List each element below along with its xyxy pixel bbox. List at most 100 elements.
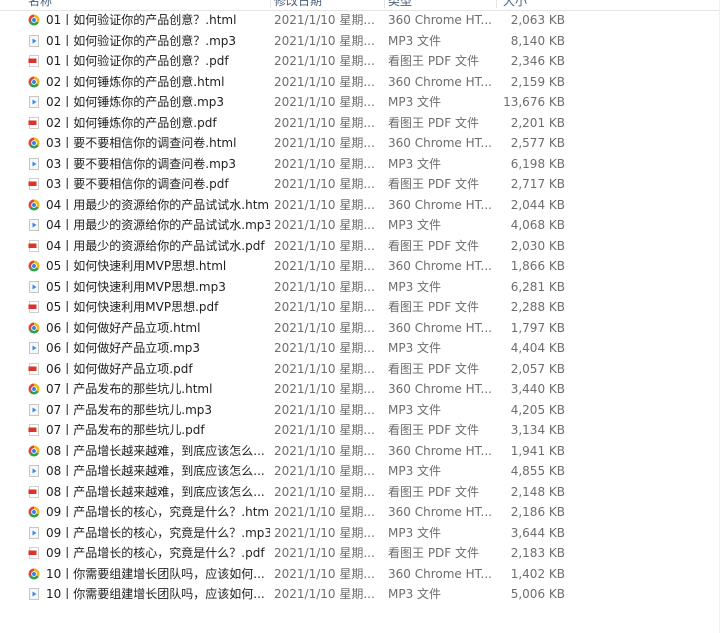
file-name: 05丨如何快速利用MVP思想.html xyxy=(46,259,227,273)
file-type: 360 Chrome HT... xyxy=(388,443,492,458)
pdf-file-icon xyxy=(28,485,40,498)
file-row[interactable]: 05丨如何快速利用MVP思想.pdf 2021/1/10 星期... 看图王 PDF… xyxy=(0,297,720,318)
file-size: 2,063 KB xyxy=(510,13,565,27)
file-row[interactable]: 02丨如何锤炼你的产品创意.pdf 2021/1/10 星期... 看图王 PDF … xyxy=(0,113,720,134)
file-date: 2021/1/10 星期... xyxy=(274,464,375,478)
pdf-file-icon xyxy=(28,55,40,67)
file-row[interactable]: 04丨用最少的资源给你的产品试试水.pdf 2021/1/10 星期... 看图王 … xyxy=(0,236,720,257)
file-row[interactable]: 06丨如何做好产品立项.html 2021/1/10 星期... 360 Chrom… xyxy=(0,318,720,339)
mp3-file-icon xyxy=(28,588,40,600)
file-size: 4,205 KB xyxy=(510,402,565,417)
file-row[interactable]: 09丨产品增长的核心，究竟是什么？.mp3 2021/1/10 星期... MP3 … xyxy=(0,523,720,544)
file-date: 2021/1/10 星期... xyxy=(274,320,375,335)
file-type: 360 Chrome HT... xyxy=(388,566,492,581)
file-size: 6,198 KB xyxy=(510,156,565,171)
file-name: 07丨产品发布的那些坑儿.pdf xyxy=(46,423,205,437)
file-date: 2021/1/10 星期... xyxy=(274,361,375,376)
file-type: 360 Chrome HT... xyxy=(388,13,492,27)
chrome-html-icon xyxy=(28,14,40,26)
file-row[interactable]: 07丨产品发布的那些坑儿.mp3 2021/1/10 星期... MP3 文件 4,2… xyxy=(0,400,720,421)
file-row[interactable]: 05丨如何快速利用MVP思想.mp3 2021/1/10 星期... MP3 文件 6… xyxy=(0,277,720,298)
file-row[interactable]: 08丨产品增长越来越难，到底应该怎么... 2021/1/10 星期... 看图王 … xyxy=(0,482,720,503)
file-type: 360 Chrome HT... xyxy=(388,136,492,150)
file-name: 08丨产品增长越来越难，到底应该怎么... xyxy=(46,443,265,458)
file-row[interactable]: 02丨如何锤炼你的产品创意.html 2021/1/10 星期... 360 Chr… xyxy=(0,72,720,93)
mp3-file-icon xyxy=(28,526,40,539)
file-row[interactable]: 01丨如何验证你的产品创意？.mp3 2021/1/10 星期... MP3 文件 8… xyxy=(0,31,720,52)
file-row[interactable]: 04丨用最少的资源给你的产品试试水.html 2021/1/10 星期... 360… xyxy=(0,195,720,216)
file-type: 看图王 PDF 文件 xyxy=(388,115,480,130)
file-date: 2021/1/10 星期... xyxy=(274,546,375,560)
file-row[interactable]: 10丨你需要组建增长团队吗，应该如何... 2021/1/10 星期... MP3 … xyxy=(0,584,720,605)
chrome-html-icon xyxy=(28,199,40,211)
file-date: 2021/1/10 星期... xyxy=(274,115,375,130)
file-date: 2021/1/10 星期... xyxy=(274,197,375,212)
mp3-file-icon xyxy=(28,403,40,416)
column-header-date[interactable]: 修改日期 xyxy=(274,0,322,9)
file-row[interactable]: 03丨要不要相信你的调查问卷.mp3 2021/1/10 星期... MP3 文件 6… xyxy=(0,154,720,175)
chrome-html-icon xyxy=(28,506,40,518)
column-header-type[interactable]: 类型 xyxy=(388,0,412,9)
file-date: 2021/1/10 星期... xyxy=(274,136,375,150)
file-name: 03丨要不要相信你的调查问卷.pdf xyxy=(46,177,229,191)
file-type: 看图王 PDF 文件 xyxy=(388,54,480,68)
pdf-file-icon xyxy=(28,239,40,252)
file-row[interactable]: 01丨如何验证你的产品创意？.html 2021/1/10 星期... 360 Ch… xyxy=(0,10,720,31)
file-date: 2021/1/10 星期... xyxy=(274,33,375,48)
file-date: 2021/1/10 星期... xyxy=(274,177,375,191)
file-row[interactable]: 08丨产品增长越来越难，到底应该怎么... 2021/1/10 星期... 360 … xyxy=(0,441,720,462)
pdf-file-icon xyxy=(28,547,40,559)
column-divider[interactable] xyxy=(384,0,385,8)
file-name: 01丨如何验证你的产品创意？.html xyxy=(46,13,237,27)
file-row[interactable]: 09丨产品增长的核心，究竟是什么？.pdf 2021/1/10 星期... 看图王 … xyxy=(0,543,720,564)
file-name: 09丨产品增长的核心，究竟是什么？.pdf xyxy=(46,546,265,560)
chrome-html-icon xyxy=(28,445,40,457)
file-type: 看图王 PDF 文件 xyxy=(388,300,480,314)
file-row[interactable]: 02丨如何锤炼你的产品创意.mp3 2021/1/10 星期... MP3 文件 13… xyxy=(0,92,720,113)
file-row[interactable]: 04丨用最少的资源给你的产品试试水.mp3 2021/1/10 星期... MP3 … xyxy=(0,215,720,236)
file-name: 01丨如何验证你的产品创意？.pdf xyxy=(46,54,229,68)
file-size: 4,855 KB xyxy=(510,464,565,478)
column-header-size[interactable]: 大小 xyxy=(503,0,527,9)
file-row[interactable]: 08丨产品增长越来越难，到底应该怎么... 2021/1/10 星期... MP3 … xyxy=(0,461,720,482)
file-row[interactable]: 01丨如何验证你的产品创意？.pdf 2021/1/10 星期... 看图王 PDF… xyxy=(0,51,720,72)
file-date: 2021/1/10 星期... xyxy=(274,505,375,519)
file-row[interactable]: 10丨你需要组建增长团队吗，应该如何... 2021/1/10 星期... 360 … xyxy=(0,564,720,585)
file-size: 2,183 KB xyxy=(510,546,565,560)
file-row[interactable]: 05丨如何快速利用MVP思想.html 2021/1/10 星期... 360 Ch… xyxy=(0,256,720,277)
file-type: 360 Chrome HT... xyxy=(388,505,492,519)
file-size: 2,030 KB xyxy=(510,238,565,253)
file-type: MP3 文件 xyxy=(388,95,442,109)
file-name: 09丨产品增长的核心，究竟是什么？.html xyxy=(46,505,270,519)
column-header-name[interactable]: 名称 xyxy=(28,0,52,9)
file-type: 看图王 PDF 文件 xyxy=(388,546,480,560)
file-size: 2,159 KB xyxy=(510,74,565,89)
file-date: 2021/1/10 星期... xyxy=(274,300,375,314)
file-name: 03丨要不要相信你的调查问卷.html xyxy=(46,136,237,150)
file-row[interactable]: 06丨如何做好产品立项.mp3 2021/1/10 星期... MP3 文件 4,40… xyxy=(0,338,720,359)
column-divider[interactable] xyxy=(496,0,497,8)
column-divider[interactable] xyxy=(270,0,271,8)
chrome-html-icon xyxy=(28,76,40,88)
file-row[interactable]: 07丨产品发布的那些坑儿.pdf 2021/1/10 星期... 看图王 PDF 文… xyxy=(0,420,720,441)
file-size: 2,346 KB xyxy=(510,54,565,68)
file-name: 07丨产品发布的那些坑儿.mp3 xyxy=(46,402,213,417)
file-name: 02丨如何锤炼你的产品创意.pdf xyxy=(46,115,217,130)
file-row[interactable]: 03丨要不要相信你的调查问卷.html 2021/1/10 星期... 360 Ch… xyxy=(0,133,720,154)
file-row[interactable]: 09丨产品增长的核心，究竟是什么？.html 2021/1/10 星期... 360… xyxy=(0,502,720,523)
file-date: 2021/1/10 星期... xyxy=(274,13,375,27)
file-row[interactable]: 03丨要不要相信你的调查问卷.pdf 2021/1/10 星期... 看图王 PDF… xyxy=(0,174,720,195)
file-name: 04丨用最少的资源给你的产品试试水.html xyxy=(46,197,270,212)
file-type: MP3 文件 xyxy=(388,464,442,478)
file-name: 05丨如何快速利用MVP思想.mp3 xyxy=(46,279,226,294)
file-row[interactable]: 07丨产品发布的那些坑儿.html 2021/1/10 星期... 360 Chro… xyxy=(0,379,720,400)
file-name: 02丨如何锤炼你的产品创意.html xyxy=(46,74,225,89)
file-size: 4,068 KB xyxy=(510,218,565,232)
file-type: MP3 文件 xyxy=(388,279,442,294)
file-date: 2021/1/10 星期... xyxy=(274,402,375,417)
file-size: 2,057 KB xyxy=(510,361,565,376)
file-size: 5,006 KB xyxy=(510,587,565,601)
file-type: MP3 文件 xyxy=(388,218,442,232)
file-row[interactable]: 06丨如何做好产品立项.pdf 2021/1/10 星期... 看图王 PDF 文件… xyxy=(0,359,720,380)
file-date: 2021/1/10 星期... xyxy=(274,423,375,437)
